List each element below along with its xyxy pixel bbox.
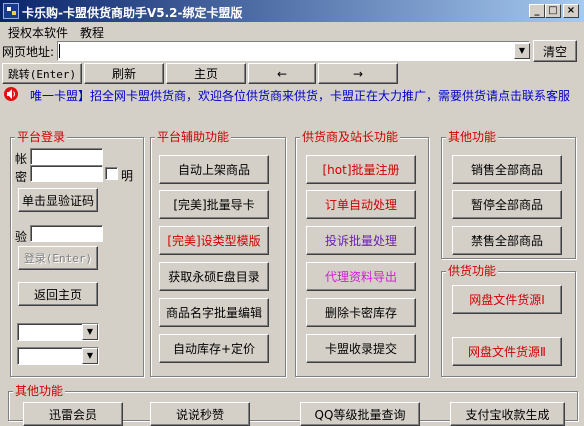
refresh-button[interactable]: 刷新 xyxy=(84,63,164,84)
forward-button[interactable]: → xyxy=(318,63,398,84)
maximize-button[interactable]: □ xyxy=(545,4,561,18)
pause-all-button[interactable]: 暂停全部商品 xyxy=(452,190,562,219)
login-group-title: 平台登录 xyxy=(15,130,68,144)
window-title: 卡乐购-卡盟供货商助手V5.2-绑定卡盟版 xyxy=(22,6,243,20)
get-edisk-dir-button[interactable]: 获取永硕E盘目录 xyxy=(159,262,269,291)
xunlei-vip-button[interactable]: 迅雷会员 xyxy=(23,402,123,426)
password-input[interactable] xyxy=(30,165,103,182)
batch-import-button[interactable]: [完美]批量导卡 xyxy=(159,190,269,219)
supply-group-title: 供货功能 xyxy=(446,264,499,278)
notice-marquee[interactable]: 唯一卡盟】招全网卡盟供货商，欢迎各位供货商来供货，卡盟正在大力推广，需要供货请点… xyxy=(30,87,570,104)
auto-stock-price-button[interactable]: 自动库存+定价 xyxy=(159,334,269,363)
title-bar: 卡乐购-卡盟供货商助手V5.2-绑定卡盟版 _ □ × xyxy=(0,0,584,22)
menu-tutorial[interactable]: 教程 xyxy=(80,24,104,41)
account-label: 帐 xyxy=(15,152,28,166)
show-password-label: 明 xyxy=(121,169,134,183)
supplier-group-title: 供货商及站长功能 xyxy=(300,130,401,144)
qq-level-query-button[interactable]: QQ等级批量查询 xyxy=(300,402,420,426)
batch-rename-button[interactable]: 商品名字批量编辑 xyxy=(159,298,269,327)
auto-order-button[interactable]: 订单自动处理 xyxy=(306,190,416,219)
app-icon xyxy=(3,3,19,19)
back-button[interactable]: ← xyxy=(248,63,316,84)
batch-register-button[interactable]: [hot]批量注册 xyxy=(306,155,416,184)
aux-group-title: 平台辅助功能 xyxy=(155,130,232,144)
submit-listing-button[interactable]: 卡盟收录提交 xyxy=(306,334,416,363)
return-home-button[interactable]: 返回主页 xyxy=(18,282,98,306)
account-input[interactable] xyxy=(30,148,103,165)
auto-like-button[interactable]: 说说秒赞 xyxy=(150,402,250,426)
go-button[interactable]: 跳转(Enter) xyxy=(2,63,82,84)
select-1-dropdown-button[interactable]: ▼ xyxy=(82,324,98,340)
delete-card-stock-button[interactable]: 删除卡密库存 xyxy=(306,298,416,327)
select-2-dropdown-button[interactable]: ▼ xyxy=(82,348,98,364)
type-template-button[interactable]: [完美]设类型模版 xyxy=(159,226,269,255)
ban-all-button[interactable]: 禁售全部商品 xyxy=(452,226,562,255)
close-button[interactable]: × xyxy=(563,4,579,18)
netdisk-source-2-button[interactable]: 网盘文件货源Ⅱ xyxy=(452,337,562,366)
login-button[interactable]: 登录(Enter) xyxy=(18,246,98,270)
url-dropdown-button[interactable]: ▼ xyxy=(514,43,530,59)
clear-button[interactable]: 清空 xyxy=(533,40,577,62)
batch-complaint-button[interactable]: 投诉批量处理 xyxy=(306,226,416,255)
agent-export-button[interactable]: 代理资料导出 xyxy=(306,262,416,291)
url-label: 网页地址: xyxy=(2,45,55,59)
show-password-checkbox[interactable] xyxy=(105,167,118,180)
netdisk-source-1-button[interactable]: 网盘文件货源Ⅰ xyxy=(452,285,562,314)
auto-list-button[interactable]: 自动上架商品 xyxy=(159,155,269,184)
menu-authorize[interactable]: 授权本软件 xyxy=(8,24,68,41)
captcha-label: 验 xyxy=(15,230,28,244)
other-group-title: 其他功能 xyxy=(446,130,499,144)
captcha-input[interactable] xyxy=(30,225,103,242)
speaker-icon xyxy=(4,87,18,101)
minimize-button[interactable]: _ xyxy=(529,4,545,18)
alipay-receipt-button[interactable]: 支付宝收款生成 xyxy=(450,402,565,426)
sell-all-button[interactable]: 销售全部商品 xyxy=(452,155,562,184)
captcha-button[interactable]: 单击显验证码 xyxy=(18,188,98,212)
url-input[interactable] xyxy=(57,41,530,61)
bottom-group-title: 其他功能 xyxy=(13,384,66,398)
password-label: 密 xyxy=(15,170,28,184)
home-button[interactable]: 主页 xyxy=(166,63,246,84)
